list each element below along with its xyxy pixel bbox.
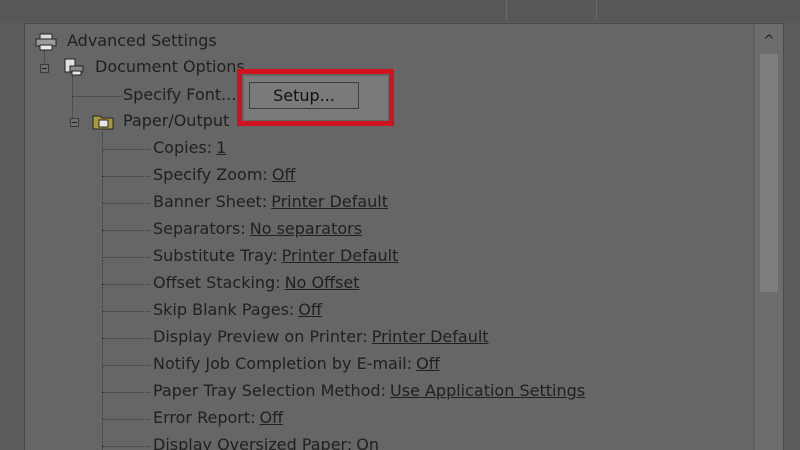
setting-label: Display Preview on Printer:	[153, 327, 368, 346]
setting-label: Copies:	[153, 138, 213, 157]
tree-connector	[102, 311, 150, 312]
tree-connector	[72, 76, 73, 124]
setting-value[interactable]: No separators	[250, 219, 362, 238]
setting-value[interactable]: Off	[416, 354, 440, 373]
tree-connector	[102, 230, 150, 231]
setting-label: Error Report:	[153, 408, 256, 427]
setting-notify-job-completion[interactable]: Notify Job Completion by E-mail: Off	[153, 351, 440, 377]
setting-value[interactable]: Printer Default	[372, 327, 489, 346]
setting-error-report[interactable]: Error Report: Off	[153, 405, 283, 431]
window-top-strip	[0, 0, 800, 22]
setting-offset-stacking[interactable]: Offset Stacking: No Offset	[153, 270, 360, 296]
setting-value[interactable]: Off	[272, 165, 296, 184]
tree-connector	[102, 257, 150, 258]
setting-display-oversized-paper[interactable]: Display Oversized Paper: On	[153, 432, 379, 450]
tree-connector	[102, 365, 150, 366]
scroll-up-arrow-icon[interactable]: ^	[755, 30, 783, 52]
folder-icon	[92, 115, 114, 130]
setting-label: Specify Zoom:	[153, 165, 268, 184]
setting-label: Paper Tray Selection Method:	[153, 381, 386, 400]
tree-item-label: Advanced Settings	[67, 31, 217, 50]
tree-connector	[102, 338, 150, 339]
setting-label: Substitute Tray:	[153, 246, 278, 265]
tree-item-label: Paper/Output	[123, 111, 230, 130]
advanced-settings-tree[interactable]: Advanced Settings Document Options Speci…	[24, 23, 784, 450]
tree-connector	[72, 96, 122, 97]
collapse-toggle-document-options[interactable]	[40, 64, 49, 73]
setting-value[interactable]: No Offset	[285, 273, 360, 292]
tree-item-document-options[interactable]: Document Options	[95, 54, 245, 80]
setting-copies[interactable]: Copies: 1	[153, 135, 226, 161]
setting-value[interactable]: On	[356, 435, 379, 450]
top-divider	[596, 0, 597, 20]
setting-value[interactable]: Printer Default	[271, 192, 388, 211]
setting-display-preview[interactable]: Display Preview on Printer: Printer Defau…	[153, 324, 489, 350]
setting-value[interactable]: Off	[298, 300, 322, 319]
tree-item-label: Document Options	[95, 57, 245, 76]
setting-substitute-tray[interactable]: Substitute Tray: Printer Default	[153, 243, 398, 269]
tree-item-advanced-settings[interactable]: Advanced Settings	[67, 28, 217, 54]
setting-value[interactable]: Printer Default	[282, 246, 399, 265]
screenshot-stage: Advanced Settings Document Options Speci…	[0, 0, 800, 450]
top-divider	[506, 0, 507, 20]
setting-label: Display Oversized Paper:	[153, 435, 353, 450]
tree-item-paper-output[interactable]: Paper/Output	[123, 108, 229, 134]
tree-connector	[102, 132, 103, 450]
tree-connector	[102, 284, 150, 285]
setting-paper-tray-selection[interactable]: Paper Tray Selection Method: Use Applicat…	[153, 378, 585, 404]
tree-connector	[102, 203, 150, 204]
setting-label: Banner Sheet:	[153, 192, 268, 211]
document-printer-icon	[64, 58, 84, 76]
setting-value[interactable]: Use Application Settings	[390, 381, 585, 400]
setting-separators[interactable]: Separators: No separators	[153, 216, 362, 242]
tree-item-label: Specify Font...	[123, 85, 237, 104]
tree-connector	[102, 446, 150, 447]
scroll-thumb[interactable]	[760, 54, 778, 292]
tree-connector	[102, 149, 150, 150]
setting-banner-sheet[interactable]: Banner Sheet: Printer Default	[153, 189, 388, 215]
setting-skip-blank-pages[interactable]: Skip Blank Pages: Off	[153, 297, 322, 323]
setting-label: Notify Job Completion by E-mail:	[153, 354, 413, 373]
setting-label: Skip Blank Pages:	[153, 300, 295, 319]
printer-icon	[35, 33, 57, 51]
tree-item-specify-font[interactable]: Specify Font...	[123, 82, 236, 108]
red-highlight-box	[237, 69, 394, 126]
tree-connector	[102, 419, 150, 420]
setting-label: Separators:	[153, 219, 246, 238]
setting-value[interactable]: Off	[260, 408, 284, 427]
tree-connector	[102, 176, 150, 177]
vertical-scrollbar[interactable]: ^	[754, 24, 783, 450]
tree-connector	[102, 392, 150, 393]
setting-specify-zoom[interactable]: Specify Zoom: Off	[153, 162, 295, 188]
setting-value[interactable]: 1	[216, 138, 226, 157]
collapse-toggle-paper-output[interactable]	[70, 118, 79, 127]
setting-label: Offset Stacking:	[153, 273, 281, 292]
